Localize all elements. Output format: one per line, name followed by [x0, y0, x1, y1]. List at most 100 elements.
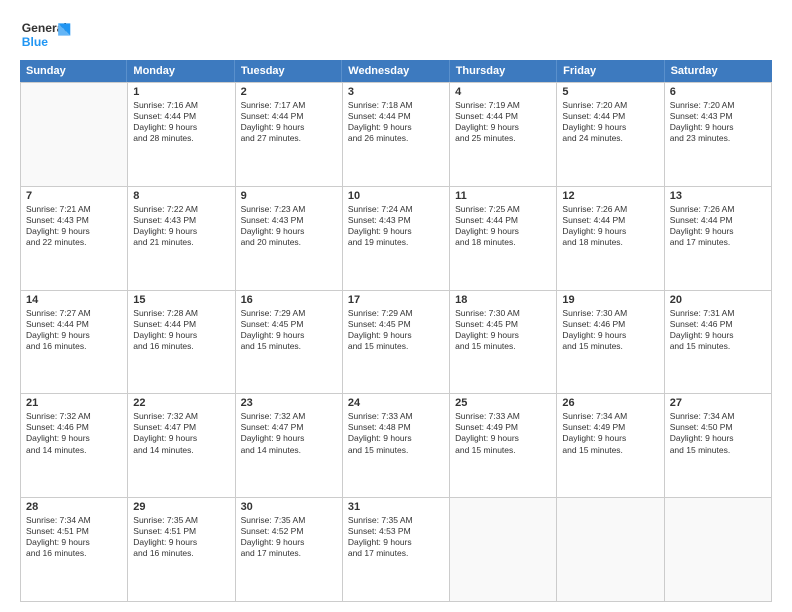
- cell-line: and 22 minutes.: [26, 237, 122, 248]
- cell-line: Daylight: 9 hours: [348, 226, 444, 237]
- cell-line: Daylight: 9 hours: [455, 122, 551, 133]
- cell-line: Sunset: 4:45 PM: [348, 319, 444, 330]
- cell-line: and 17 minutes.: [670, 237, 766, 248]
- cell-line: Daylight: 9 hours: [241, 330, 337, 341]
- cell-line: Sunset: 4:44 PM: [133, 111, 229, 122]
- cell-line: Sunrise: 7:29 AM: [348, 308, 444, 319]
- cell-line: and 18 minutes.: [562, 237, 658, 248]
- cell-line: Sunset: 4:43 PM: [348, 215, 444, 226]
- table-row: 24Sunrise: 7:33 AMSunset: 4:48 PMDayligh…: [343, 394, 450, 498]
- cell-line: Sunset: 4:49 PM: [562, 422, 658, 433]
- header-cell-wednesday: Wednesday: [342, 60, 449, 82]
- cell-line: and 14 minutes.: [26, 445, 122, 456]
- cell-line: Sunrise: 7:23 AM: [241, 204, 337, 215]
- svg-text:Blue: Blue: [22, 35, 49, 49]
- cell-line: Daylight: 9 hours: [455, 226, 551, 237]
- day-number: 4: [455, 86, 551, 98]
- cell-line: Daylight: 9 hours: [562, 330, 658, 341]
- day-number: 12: [562, 190, 658, 202]
- cell-line: Sunset: 4:44 PM: [455, 111, 551, 122]
- cell-line: Daylight: 9 hours: [348, 330, 444, 341]
- day-number: 7: [26, 190, 122, 202]
- logo-svg: General Blue: [20, 16, 72, 56]
- cell-line: Sunrise: 7:20 AM: [562, 100, 658, 111]
- header-cell-saturday: Saturday: [665, 60, 772, 82]
- cell-line: and 15 minutes.: [670, 341, 766, 352]
- cell-line: Sunset: 4:44 PM: [26, 319, 122, 330]
- calendar-body: 1Sunrise: 7:16 AMSunset: 4:44 PMDaylight…: [20, 82, 772, 602]
- cell-line: Sunrise: 7:35 AM: [241, 515, 337, 526]
- calendar-header: SundayMondayTuesdayWednesdayThursdayFrid…: [20, 60, 772, 82]
- cell-line: Daylight: 9 hours: [241, 433, 337, 444]
- cell-line: Sunset: 4:53 PM: [348, 526, 444, 537]
- cell-line: and 28 minutes.: [133, 133, 229, 144]
- header: General Blue: [20, 16, 772, 56]
- calendar-row-0: 1Sunrise: 7:16 AMSunset: 4:44 PMDaylight…: [21, 83, 772, 187]
- day-number: 19: [562, 294, 658, 306]
- cell-line: Sunrise: 7:24 AM: [348, 204, 444, 215]
- cell-line: Sunset: 4:43 PM: [670, 111, 766, 122]
- header-cell-tuesday: Tuesday: [235, 60, 342, 82]
- table-row: 6Sunrise: 7:20 AMSunset: 4:43 PMDaylight…: [665, 83, 772, 187]
- table-row: 1Sunrise: 7:16 AMSunset: 4:44 PMDaylight…: [128, 83, 235, 187]
- cell-line: and 15 minutes.: [455, 341, 551, 352]
- day-number: 13: [670, 190, 766, 202]
- table-row: 26Sunrise: 7:34 AMSunset: 4:49 PMDayligh…: [557, 394, 664, 498]
- cell-line: Sunset: 4:43 PM: [133, 215, 229, 226]
- cell-line: Sunset: 4:44 PM: [455, 215, 551, 226]
- table-row: [557, 498, 664, 602]
- day-number: 17: [348, 294, 444, 306]
- table-row: 29Sunrise: 7:35 AMSunset: 4:51 PMDayligh…: [128, 498, 235, 602]
- cell-line: Sunset: 4:44 PM: [562, 215, 658, 226]
- cell-line: Daylight: 9 hours: [670, 226, 766, 237]
- day-number: 25: [455, 397, 551, 409]
- cell-line: Sunset: 4:48 PM: [348, 422, 444, 433]
- cell-line: Sunrise: 7:32 AM: [26, 411, 122, 422]
- table-row: 16Sunrise: 7:29 AMSunset: 4:45 PMDayligh…: [236, 291, 343, 395]
- cell-line: and 25 minutes.: [455, 133, 551, 144]
- day-number: 22: [133, 397, 229, 409]
- table-row: 28Sunrise: 7:34 AMSunset: 4:51 PMDayligh…: [21, 498, 128, 602]
- cell-line: and 15 minutes.: [562, 341, 658, 352]
- cell-line: Daylight: 9 hours: [241, 226, 337, 237]
- day-number: 29: [133, 501, 229, 513]
- day-number: 5: [562, 86, 658, 98]
- day-number: 9: [241, 190, 337, 202]
- cell-line: Sunset: 4:45 PM: [455, 319, 551, 330]
- cell-line: Daylight: 9 hours: [26, 433, 122, 444]
- cell-line: Daylight: 9 hours: [26, 226, 122, 237]
- table-row: 2Sunrise: 7:17 AMSunset: 4:44 PMDaylight…: [236, 83, 343, 187]
- cell-line: Sunset: 4:47 PM: [241, 422, 337, 433]
- cell-line: Sunrise: 7:34 AM: [26, 515, 122, 526]
- day-number: 15: [133, 294, 229, 306]
- cell-line: Daylight: 9 hours: [562, 122, 658, 133]
- table-row: 3Sunrise: 7:18 AMSunset: 4:44 PMDaylight…: [343, 83, 450, 187]
- page: General Blue SundayMondayTuesdayWednesda…: [0, 0, 792, 612]
- cell-line: Sunrise: 7:19 AM: [455, 100, 551, 111]
- cell-line: Daylight: 9 hours: [26, 537, 122, 548]
- cell-line: Sunrise: 7:21 AM: [26, 204, 122, 215]
- cell-line: Daylight: 9 hours: [241, 537, 337, 548]
- cell-line: Sunrise: 7:32 AM: [133, 411, 229, 422]
- cell-line: Sunrise: 7:26 AM: [562, 204, 658, 215]
- cell-line: Sunset: 4:44 PM: [670, 215, 766, 226]
- cell-line: Sunrise: 7:18 AM: [348, 100, 444, 111]
- day-number: 6: [670, 86, 766, 98]
- cell-line: Sunset: 4:51 PM: [133, 526, 229, 537]
- calendar-row-4: 28Sunrise: 7:34 AMSunset: 4:51 PMDayligh…: [21, 498, 772, 602]
- table-row: 9Sunrise: 7:23 AMSunset: 4:43 PMDaylight…: [236, 187, 343, 291]
- cell-line: and 23 minutes.: [670, 133, 766, 144]
- day-number: 20: [670, 294, 766, 306]
- cell-line: Sunset: 4:46 PM: [562, 319, 658, 330]
- calendar: SundayMondayTuesdayWednesdayThursdayFrid…: [20, 60, 772, 602]
- cell-line: Daylight: 9 hours: [133, 122, 229, 133]
- table-row: 27Sunrise: 7:34 AMSunset: 4:50 PMDayligh…: [665, 394, 772, 498]
- table-row: 19Sunrise: 7:30 AMSunset: 4:46 PMDayligh…: [557, 291, 664, 395]
- cell-line: Sunrise: 7:30 AM: [455, 308, 551, 319]
- header-cell-thursday: Thursday: [450, 60, 557, 82]
- table-row: [21, 83, 128, 187]
- cell-line: Sunrise: 7:17 AM: [241, 100, 337, 111]
- calendar-row-1: 7Sunrise: 7:21 AMSunset: 4:43 PMDaylight…: [21, 187, 772, 291]
- cell-line: Sunset: 4:47 PM: [133, 422, 229, 433]
- day-number: 21: [26, 397, 122, 409]
